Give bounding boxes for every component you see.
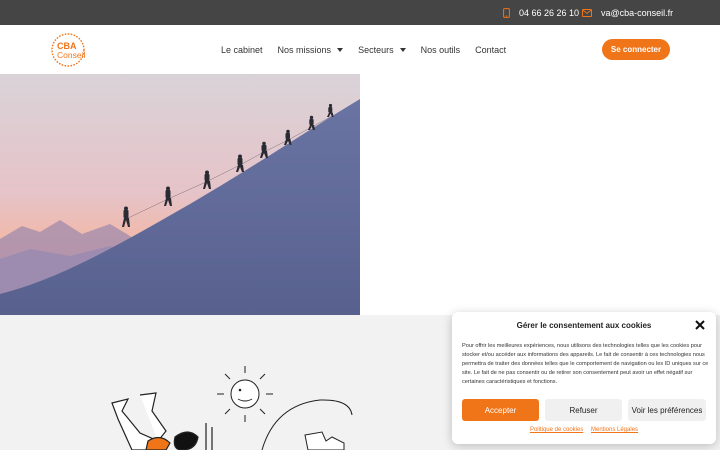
site-header: CBA Conseil Le cabinet Nos missions Sect… bbox=[0, 25, 720, 74]
nav-le-cabinet[interactable]: Le cabinet bbox=[221, 45, 263, 55]
hero-image bbox=[0, 74, 360, 315]
main-navigation: Le cabinet Nos missions Secteurs Nos out… bbox=[221, 25, 521, 74]
chevron-down-icon bbox=[399, 47, 406, 52]
cookie-consent-dialog: Gérer le consentement aux cookies Pour o… bbox=[452, 312, 716, 444]
top-bar: 04 66 26 26 10 va@cba-conseil.fr bbox=[0, 0, 720, 25]
cookie-policy-link[interactable]: Politique de cookies bbox=[530, 427, 583, 433]
nav-label: Contact bbox=[475, 44, 507, 55]
preferences-button[interactable]: Voir les préférences bbox=[628, 399, 706, 421]
email-contact[interactable]: va@cba-conseil.fr bbox=[582, 0, 673, 25]
logo-line2: Conseil bbox=[57, 50, 85, 60]
nav-nos-missions[interactable]: Nos missions bbox=[278, 45, 344, 55]
sun-icon bbox=[217, 366, 273, 422]
nav-nos-outils[interactable]: Nos outils bbox=[421, 45, 461, 55]
nav-secteurs[interactable]: Secteurs bbox=[358, 45, 406, 55]
accept-button[interactable]: Accepter bbox=[462, 399, 539, 421]
legal-notice-link[interactable]: Mentions Légales bbox=[591, 427, 638, 433]
nav-label: Le cabinet bbox=[221, 44, 263, 55]
cba-logo[interactable]: CBA Conseil bbox=[48, 30, 98, 70]
falling-character-illustration bbox=[111, 392, 213, 450]
phone-icon bbox=[503, 7, 510, 18]
mountain-climbers-illustration bbox=[0, 74, 360, 315]
login-button[interactable]: Se connecter bbox=[602, 39, 670, 60]
chevron-down-icon bbox=[337, 47, 344, 52]
phone-number: 04 66 26 26 10 bbox=[519, 7, 580, 18]
nav-label: Secteurs bbox=[358, 44, 394, 55]
envelope-icon bbox=[582, 8, 592, 17]
nav-contact[interactable]: Contact bbox=[475, 45, 506, 55]
nav-label: Nos outils bbox=[420, 44, 461, 55]
refuse-button[interactable]: Refuser bbox=[545, 399, 622, 421]
phone-contact[interactable]: 04 66 26 26 10 bbox=[503, 0, 579, 25]
cookie-description: Pour offrir les meilleures expériences, … bbox=[462, 343, 709, 385]
doodle-line bbox=[261, 399, 353, 450]
cookie-links: Politique de cookies Mentions Légales bbox=[452, 427, 716, 433]
close-icon[interactable] bbox=[694, 319, 706, 331]
cookie-dialog-title: Gérer le consentement aux cookies bbox=[516, 321, 652, 330]
email-address: va@cba-conseil.fr bbox=[601, 7, 674, 18]
nav-label: Nos missions bbox=[277, 44, 332, 55]
